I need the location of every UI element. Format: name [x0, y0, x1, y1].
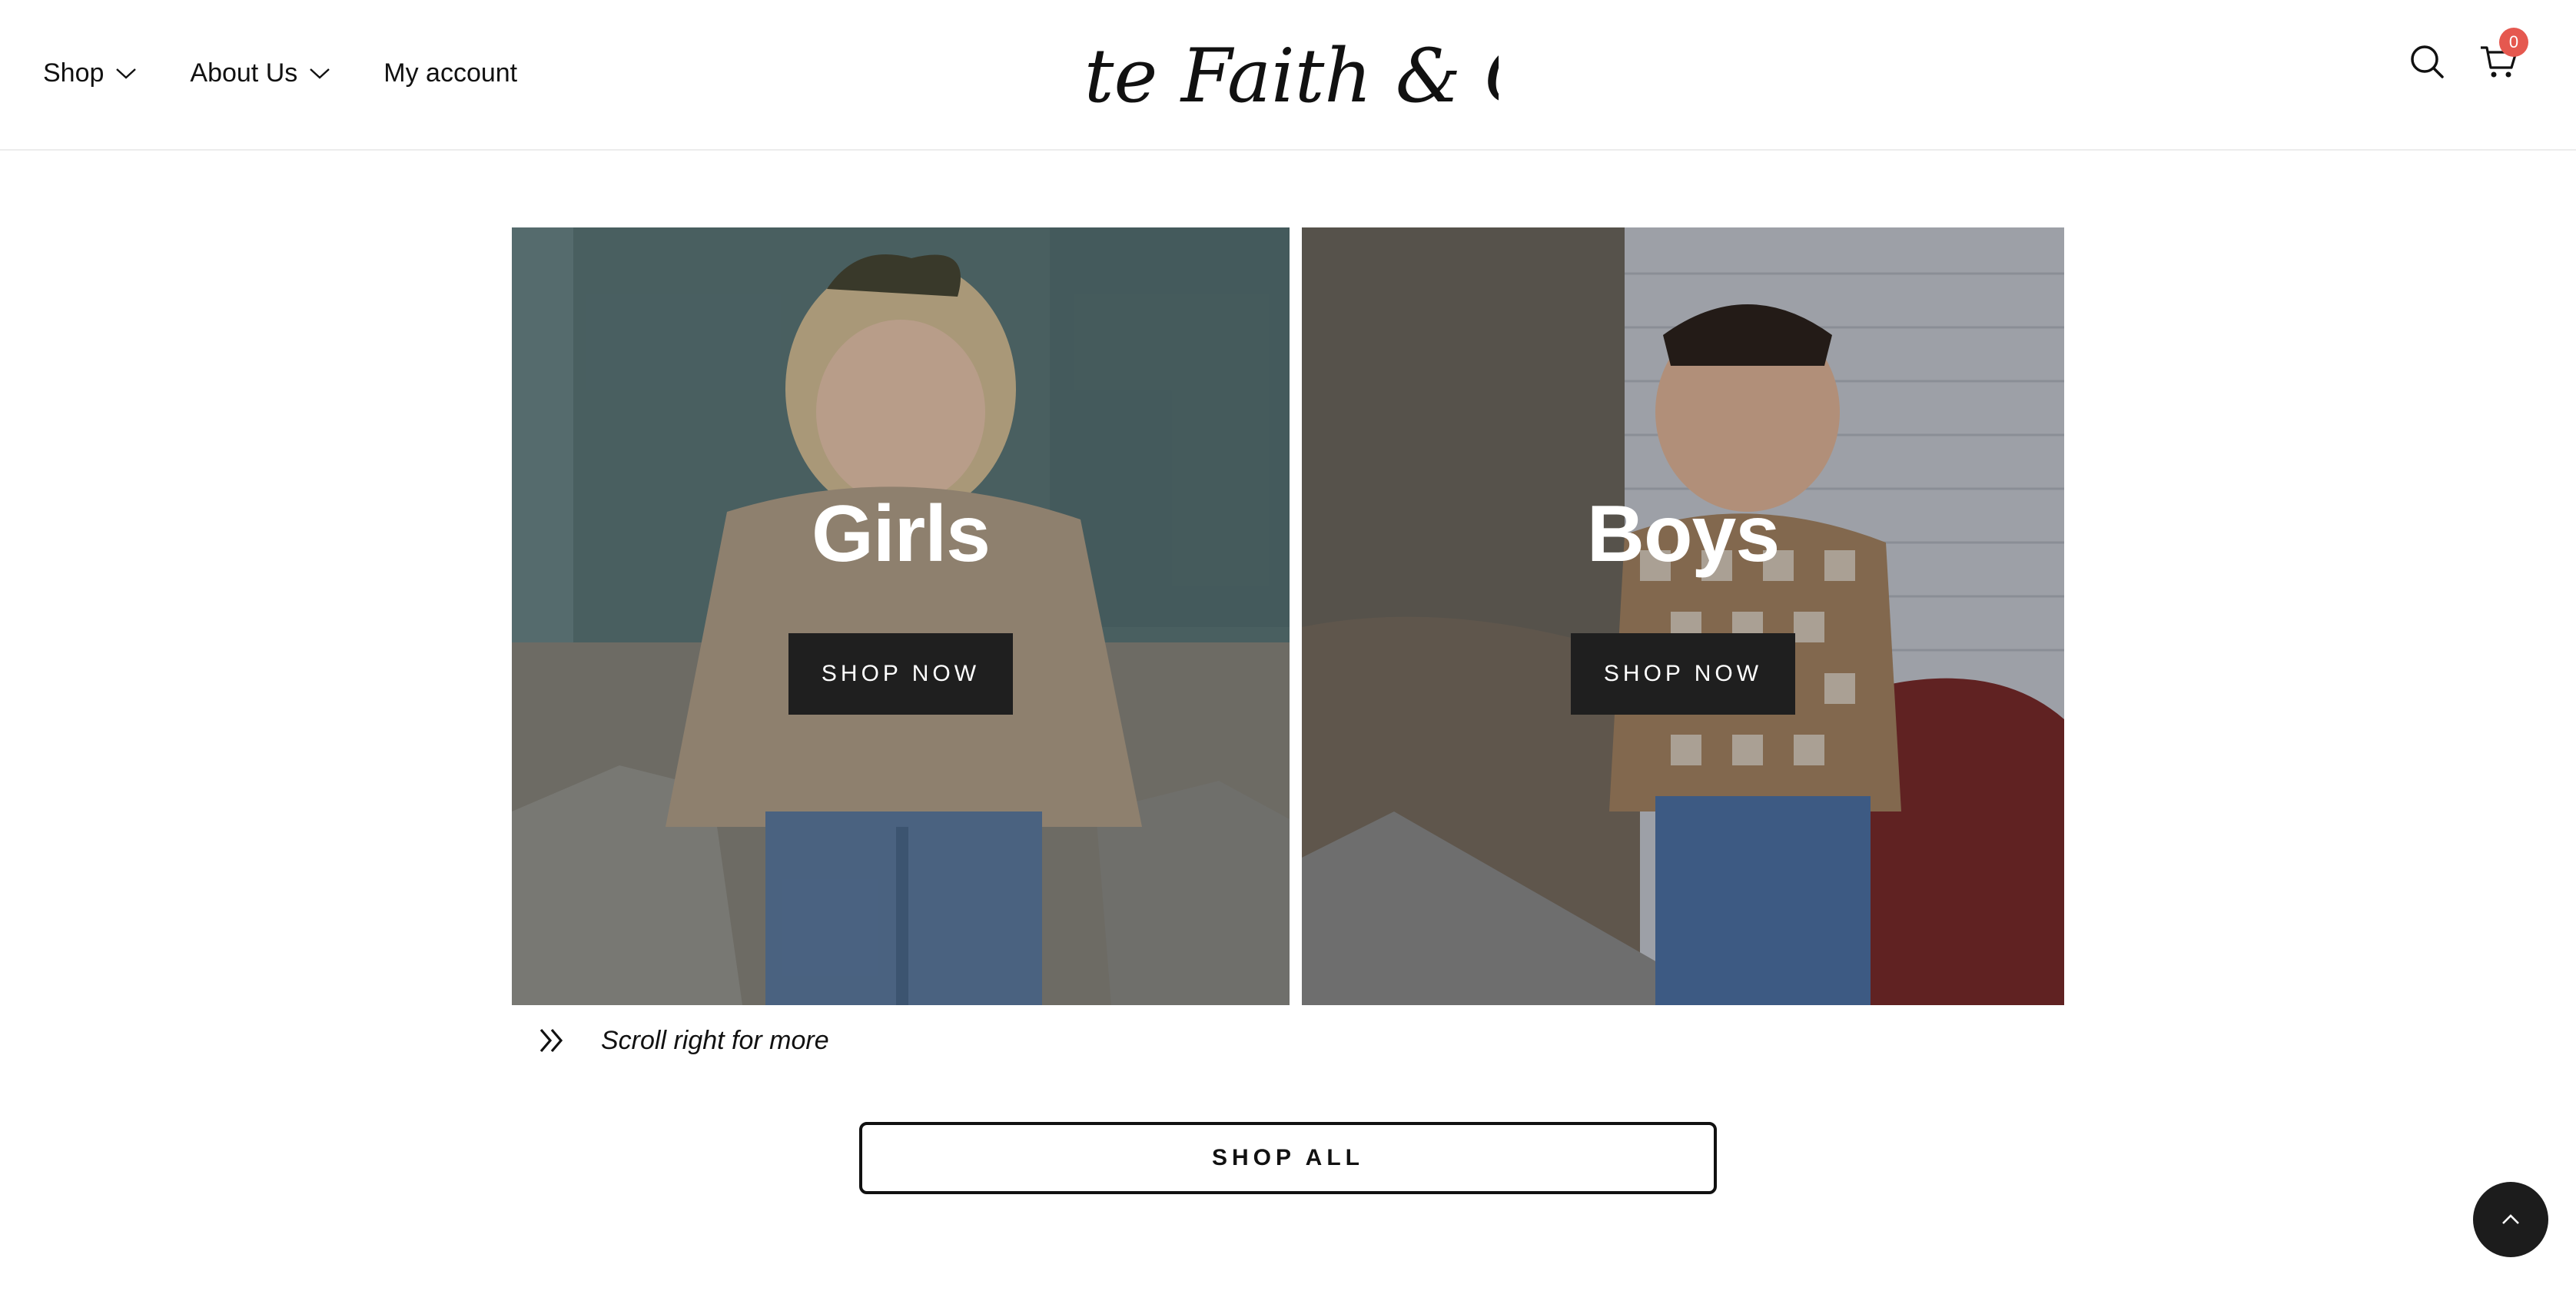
- collection-title: Boys: [1586, 490, 1780, 579]
- site-header: Shop About Us My account Tate Faith & Co: [0, 0, 2576, 151]
- tile-overlay: [1302, 227, 2064, 1005]
- scroll-hint-text: Scroll right for more: [601, 1025, 829, 1055]
- chevron-down-icon: [116, 68, 137, 79]
- nav-about-us-label: About Us: [190, 58, 298, 88]
- cart-button[interactable]: 0: [2476, 28, 2528, 85]
- back-to-top-button[interactable]: [2473, 1182, 2548, 1257]
- nav-my-account[interactable]: My account: [383, 58, 517, 88]
- shop-now-button[interactable]: SHOP NOW: [788, 633, 1013, 715]
- cart-count-badge: 0: [2499, 28, 2528, 57]
- tile-overlay: [512, 227, 1290, 1005]
- nav-shop[interactable]: Shop: [43, 58, 138, 88]
- nav-about-us[interactable]: About Us: [190, 58, 331, 88]
- double-chevron-right-icon: [539, 1028, 563, 1053]
- collection-tile-boys[interactable]: Boys SHOP NOW: [1302, 227, 2064, 1005]
- scroll-hint: Scroll right for more: [535, 1024, 829, 1057]
- search-icon: [2411, 45, 2444, 78]
- shop-all-button[interactable]: SHOP ALL: [859, 1122, 1717, 1194]
- site-logo[interactable]: Tate Faith & Co: [997, 18, 1585, 134]
- shop-now-button[interactable]: SHOP NOW: [1571, 633, 1795, 715]
- collection-tile-girls[interactable]: Girls SHOP NOW: [512, 227, 1290, 1005]
- logo-text: Tate Faith & Co: [1084, 33, 1499, 119]
- search-button[interactable]: [2404, 38, 2450, 85]
- nav-shop-label: Shop: [43, 58, 105, 88]
- nav-my-account-label: My account: [383, 58, 518, 88]
- logo-mark: Tate Faith & Co: [997, 33, 1585, 119]
- main-nav: Shop About Us My account: [43, 0, 569, 146]
- chevron-up-icon: [2502, 1214, 2519, 1224]
- collection-title: Girls: [812, 490, 991, 579]
- chevron-down-icon: [310, 68, 330, 79]
- header-icons: 0: [2404, 28, 2528, 85]
